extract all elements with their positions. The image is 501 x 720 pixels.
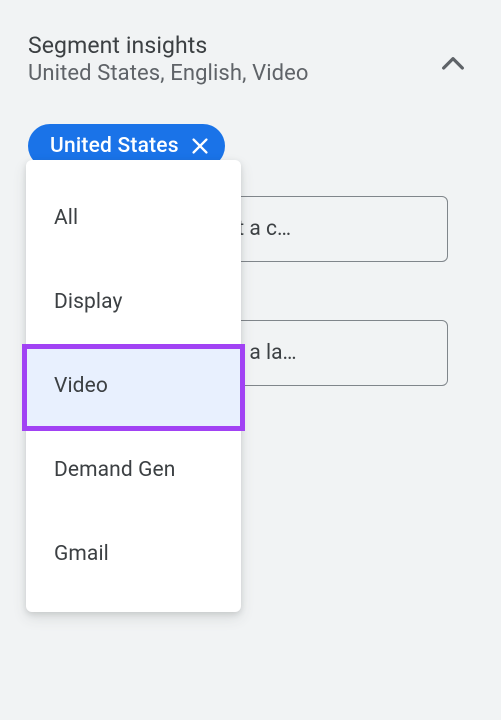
dropdown-item-gmail[interactable]: Gmail	[26, 512, 241, 596]
campaign-type-dropdown: AllDisplayVideoDemand GenGmail	[26, 160, 241, 612]
chevron-up-icon	[437, 65, 469, 84]
panel-subtitle: United States, English, Video	[28, 61, 437, 86]
close-icon[interactable]	[189, 135, 211, 157]
header-text-block: Segment insights United States, English,…	[28, 32, 437, 86]
dropdown-item-video[interactable]: Video	[26, 344, 241, 428]
chip-label: United States	[50, 134, 179, 158]
dropdown-item-all[interactable]: All	[26, 176, 241, 260]
dropdown-item-demand-gen[interactable]: Demand Gen	[26, 428, 241, 512]
panel-title: Segment insights	[28, 32, 437, 59]
panel-header: Segment insights United States, English,…	[28, 32, 473, 86]
dropdown-item-display[interactable]: Display	[26, 260, 241, 344]
collapse-toggle[interactable]	[437, 48, 469, 84]
